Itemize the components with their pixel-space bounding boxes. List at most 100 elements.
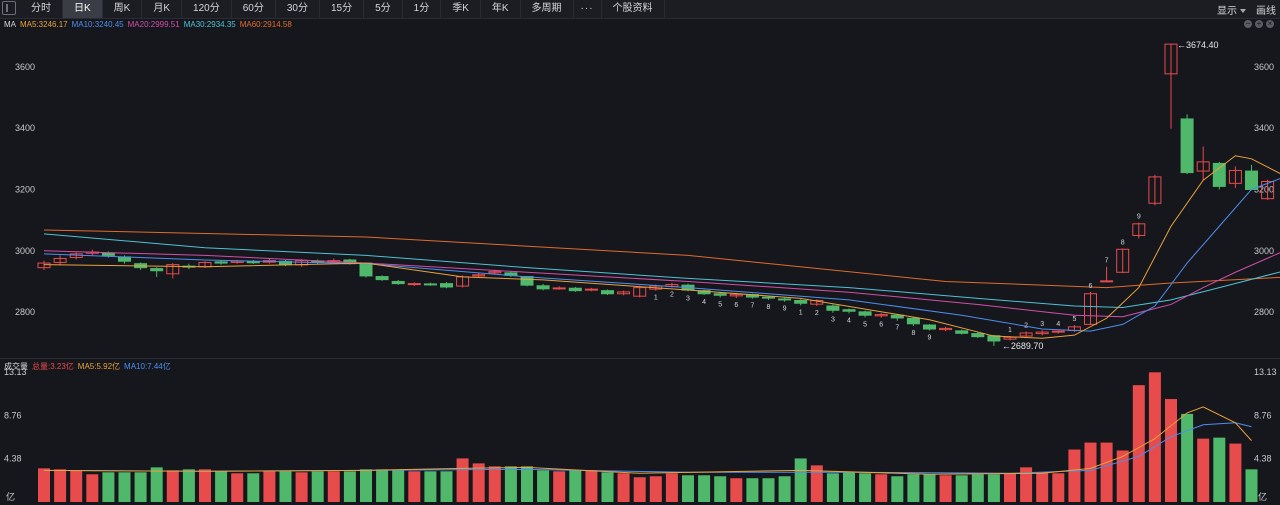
candle-up	[1100, 280, 1114, 283]
volume-bar	[553, 471, 566, 502]
candle-down	[246, 261, 260, 264]
volume-bar	[392, 470, 405, 502]
volume-bar	[698, 475, 711, 502]
volume-bar	[311, 471, 324, 502]
seq-number: 6	[734, 302, 738, 309]
volume-bar	[279, 471, 292, 502]
candle-up	[552, 287, 566, 290]
candle-down	[601, 290, 614, 295]
seq-number: 2	[815, 310, 819, 317]
candle-down	[762, 296, 775, 299]
volume-bar	[54, 469, 67, 502]
volume-bar	[1052, 473, 1065, 502]
volume-bar	[746, 478, 759, 502]
volume-bar	[778, 476, 791, 502]
price-y-tick-right: 2800	[1254, 307, 1274, 317]
candle-down	[101, 252, 115, 256]
seq-number: 7	[750, 303, 754, 310]
candle-down	[842, 309, 856, 312]
volume-bar	[891, 476, 904, 502]
volume-bar	[247, 473, 260, 502]
volume-bar	[38, 468, 50, 502]
candle-down	[440, 283, 453, 288]
candle-down	[1212, 162, 1226, 187]
volume-bar	[1213, 437, 1226, 502]
volume-bar	[585, 470, 598, 502]
volume-bar	[343, 471, 356, 502]
volume-unit-right: 亿	[1258, 491, 1267, 502]
ma60-line	[43, 229, 1280, 289]
seq-number: 4	[1056, 321, 1060, 328]
seq-number: 7	[895, 325, 899, 332]
volume-bar	[1181, 413, 1194, 502]
volume-bar	[537, 470, 550, 502]
volume-bar	[971, 474, 984, 502]
volume-bar	[488, 466, 501, 502]
candle-down	[375, 276, 389, 281]
volume-y-tick-right: 13.13	[1254, 367, 1277, 377]
volume-bar	[955, 475, 968, 502]
candle-down	[971, 333, 985, 338]
volume-bar	[923, 474, 936, 502]
seq-number: 5	[1072, 316, 1076, 323]
volume-bar	[762, 478, 775, 502]
volume-bar	[939, 475, 952, 502]
price-y-tick-left: 3400	[15, 123, 35, 133]
volume-bar	[1229, 443, 1242, 502]
seq-number: 3	[686, 295, 690, 302]
candle-down	[536, 285, 550, 290]
volume-bar	[682, 475, 694, 502]
volume-bar	[987, 474, 1000, 502]
volume-bar	[633, 477, 646, 502]
seq-number: 1	[1008, 327, 1012, 334]
volume-bar	[601, 472, 614, 502]
price-y-tick-left: 3600	[15, 62, 35, 72]
kline-chart[interactable]: 2800 28003000 30003200 32003400 34003600 3600…	[0, 0, 1280, 505]
price-y-tick-left: 2800	[15, 307, 35, 317]
volume-bar	[360, 469, 372, 502]
seq-number: 2	[670, 292, 674, 299]
seq-number: 8	[911, 330, 915, 337]
volume-bar	[875, 474, 888, 502]
volume-bar	[134, 472, 147, 502]
volume-bar	[199, 469, 211, 502]
candle-up	[1051, 330, 1065, 333]
volume-bar	[1165, 399, 1177, 502]
volume-bar	[521, 466, 533, 502]
volume-y-tick-left: 8.76	[4, 410, 22, 420]
seq-number: 1	[799, 309, 803, 316]
seq-number: 9	[1137, 214, 1141, 221]
volume-bar	[1148, 372, 1161, 502]
seq-number: 9	[928, 335, 932, 342]
low-price-label: ←2689.70	[1002, 341, 1044, 351]
volume-bar	[714, 476, 727, 502]
volume-bar	[1132, 385, 1145, 502]
candle-down	[778, 298, 792, 301]
volume-bar	[504, 466, 517, 502]
volume-bar	[231, 473, 244, 502]
candle-down	[1180, 118, 1194, 174]
volume-bar	[1036, 472, 1049, 502]
volume-bar	[295, 472, 308, 502]
volume-bar	[1100, 442, 1113, 502]
candle-down	[906, 317, 920, 325]
seq-number: 1	[654, 295, 658, 302]
volume-unit-left: 亿	[6, 491, 15, 502]
volume-y-tick-left: 13.13	[4, 367, 27, 377]
volume-bar	[215, 471, 228, 502]
seq-number: 5	[863, 321, 867, 328]
volume-bar	[1084, 442, 1097, 502]
candle-down	[923, 324, 936, 330]
volume-bar	[569, 470, 582, 502]
volume-bar	[440, 471, 453, 502]
volume-bar	[730, 478, 743, 502]
candle-down	[1245, 170, 1258, 190]
seq-number: 8	[1121, 239, 1125, 246]
volume-bar	[327, 471, 340, 502]
ma5-line	[43, 155, 1280, 339]
volume-bar	[1245, 469, 1258, 502]
candle-up	[584, 288, 598, 291]
seq-number: 4	[702, 299, 706, 306]
candle-down	[826, 305, 840, 311]
candle-down	[520, 276, 534, 286]
